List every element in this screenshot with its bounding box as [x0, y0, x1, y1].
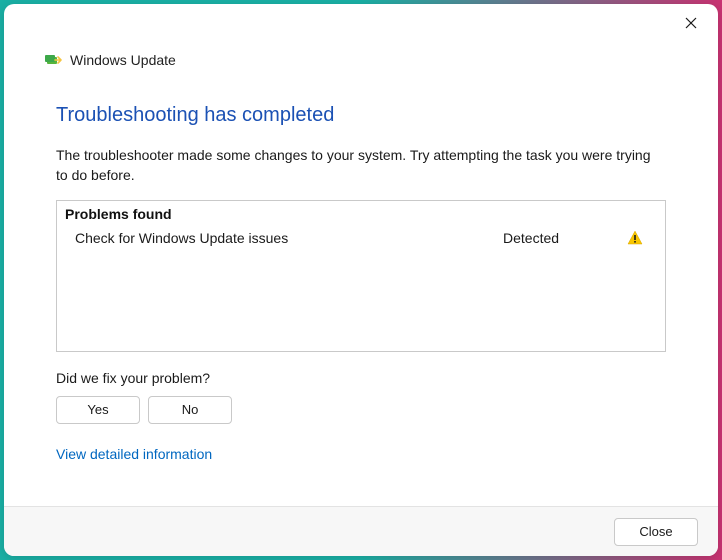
feedback-buttons: Yes No [56, 396, 666, 424]
page-heading: Troubleshooting has completed [56, 104, 666, 127]
view-detailed-link-label: View detailed information [56, 446, 212, 462]
close-button[interactable]: Close [614, 518, 698, 546]
header-title: Windows Update [70, 52, 176, 68]
problems-box: Problems found Check for Windows Update … [56, 200, 666, 352]
problem-row: Check for Windows Update issues Detected [57, 226, 665, 250]
feedback-prompt: Did we fix your problem? [56, 370, 666, 386]
troubleshooter-window: Windows Update Troubleshooting has compl… [4, 4, 718, 556]
problem-status: Detected [503, 230, 623, 246]
problem-label: Check for Windows Update issues [75, 230, 503, 246]
content-area: Troubleshooting has completed The troubl… [4, 68, 718, 506]
yes-button[interactable]: Yes [56, 396, 140, 424]
footer: Close [4, 506, 718, 556]
yes-button-label: Yes [87, 402, 108, 417]
page-subtext: The troubleshooter made some changes to … [56, 145, 666, 186]
no-button-label: No [182, 402, 199, 417]
window-close-button[interactable] [676, 10, 706, 36]
close-icon [685, 17, 697, 29]
view-detailed-link[interactable]: View detailed information [56, 446, 666, 462]
no-button[interactable]: No [148, 396, 232, 424]
titlebar [4, 4, 718, 42]
close-button-label: Close [639, 524, 672, 539]
problems-header: Problems found [57, 201, 665, 226]
warning-icon [623, 230, 643, 246]
header-row: Windows Update [4, 52, 718, 68]
windows-update-icon [44, 53, 62, 67]
